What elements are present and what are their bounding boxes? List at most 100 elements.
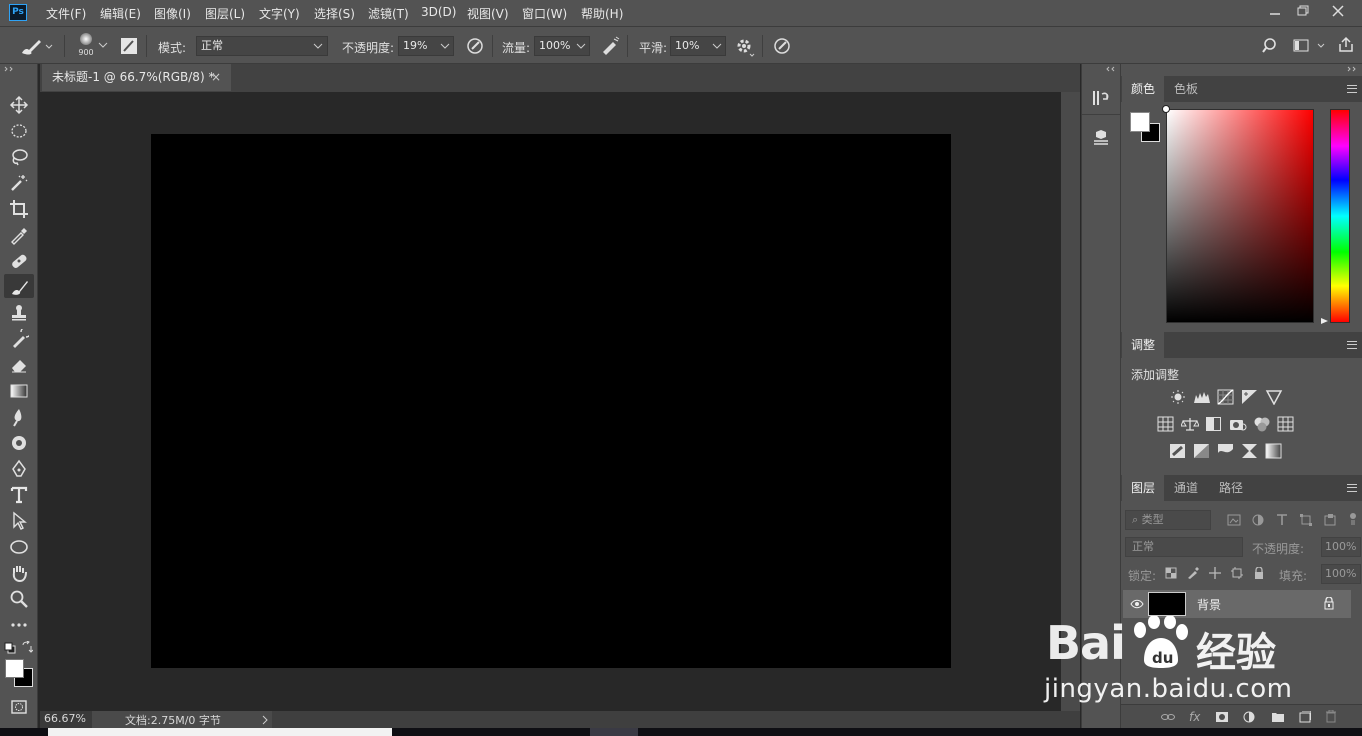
taskbar-active-app[interactable] xyxy=(590,728,638,736)
tab-adjustments[interactable]: 调整 xyxy=(1122,332,1165,358)
channel-mixer-icon[interactable] xyxy=(1253,416,1271,432)
blur-tool-icon[interactable] xyxy=(4,404,34,428)
path-selection-tool-icon[interactable] xyxy=(4,508,34,532)
tab-paths[interactable]: 路径 xyxy=(1210,475,1252,501)
brush-preview[interactable]: 900 xyxy=(76,31,96,61)
menu-file[interactable]: 文件(F) xyxy=(46,5,86,22)
default-colors-icon[interactable] xyxy=(4,642,16,654)
brightness-contrast-icon[interactable] xyxy=(1169,389,1187,405)
menu-help[interactable]: 帮助(H) xyxy=(581,5,623,22)
ellipse-tool-icon[interactable] xyxy=(4,534,34,558)
new-adjustment-layer-icon[interactable] xyxy=(1243,711,1255,723)
menu-view[interactable]: 视图(V) xyxy=(467,5,509,22)
layer-opacity-input[interactable]: 100% xyxy=(1321,537,1361,557)
menu-filter[interactable]: 滤镜(T) xyxy=(368,5,409,22)
crop-tool-icon[interactable] xyxy=(4,196,34,220)
mode-select[interactable]: 正常 xyxy=(196,36,328,56)
eyedropper-tool-icon[interactable] xyxy=(4,222,34,246)
pen-tool-icon[interactable] xyxy=(4,456,34,480)
horizontal-scrollbar[interactable] xyxy=(272,711,1080,728)
zoom-tool-icon[interactable] xyxy=(4,586,34,610)
marquee-tool-icon[interactable] xyxy=(4,118,34,142)
invert-icon[interactable] xyxy=(1169,443,1187,459)
menu-3d[interactable]: 3D(D) xyxy=(421,5,456,19)
menu-window[interactable]: 窗口(W) xyxy=(522,5,567,22)
more-tools-icon[interactable] xyxy=(4,612,34,636)
color-lookup-icon[interactable] xyxy=(1277,416,1295,432)
photo-filter-icon[interactable] xyxy=(1229,416,1247,432)
move-tool-icon[interactable] xyxy=(4,92,34,116)
levels-icon[interactable] xyxy=(1193,389,1211,405)
smoothing-input[interactable]: 10% xyxy=(670,36,726,56)
color-panel-menu-icon[interactable] xyxy=(1347,85,1357,93)
layer-style-fx-icon[interactable]: fx xyxy=(1189,710,1200,724)
close-tab-icon[interactable]: × xyxy=(211,64,221,90)
filter-shape-icon[interactable] xyxy=(1299,513,1313,527)
minimize-icon[interactable] xyxy=(1264,3,1286,19)
panel-color-swatches[interactable] xyxy=(1130,112,1162,144)
brush-picker-chevron-icon[interactable] xyxy=(98,42,108,50)
link-layers-icon[interactable] xyxy=(1161,712,1175,722)
brush-tool-icon[interactable] xyxy=(4,274,34,298)
tab-swatches[interactable]: 色板 xyxy=(1165,76,1207,102)
eraser-tool-icon[interactable] xyxy=(4,352,34,376)
zoom-level[interactable]: 66.67% xyxy=(40,711,92,728)
lasso-tool-icon[interactable] xyxy=(4,144,34,168)
color-field[interactable] xyxy=(1162,105,1314,323)
collapse-panels-icon[interactable] xyxy=(1347,66,1359,72)
hue-saturation-icon[interactable] xyxy=(1157,416,1175,432)
new-group-folder-icon[interactable] xyxy=(1271,711,1285,723)
gradient-tool-icon[interactable] xyxy=(4,378,34,402)
fill-input[interactable]: 100% xyxy=(1321,564,1361,584)
panel-foreground-swatch[interactable] xyxy=(1130,112,1150,132)
healing-brush-tool-icon[interactable] xyxy=(4,248,34,272)
adjustments-panel-menu-icon[interactable] xyxy=(1347,341,1357,349)
magic-wand-tool-icon[interactable] xyxy=(4,170,34,194)
lock-image-icon[interactable] xyxy=(1187,567,1199,579)
quick-mask-icon[interactable] xyxy=(4,694,34,718)
lock-position-icon[interactable] xyxy=(1209,567,1221,579)
brush-panel-toggle-icon[interactable] xyxy=(120,37,138,55)
smoothing-settings-gear-icon[interactable] xyxy=(734,36,756,58)
tab-channels[interactable]: 通道 xyxy=(1165,475,1207,501)
curves-icon[interactable] xyxy=(1217,389,1235,405)
close-window-icon[interactable] xyxy=(1327,3,1349,19)
threshold-icon[interactable] xyxy=(1217,443,1235,459)
filter-smart-object-icon[interactable] xyxy=(1323,513,1337,527)
foreground-color-swatch[interactable] xyxy=(5,659,24,678)
brush-tool-preset-icon[interactable] xyxy=(18,35,54,57)
layers-panel-menu-icon[interactable] xyxy=(1347,484,1357,492)
color-balance-icon[interactable] xyxy=(1181,416,1199,432)
taskbar-search-box[interactable] xyxy=(48,728,392,736)
delete-layer-trash-icon[interactable] xyxy=(1325,710,1337,723)
filter-pixel-icon[interactable] xyxy=(1227,513,1241,527)
filter-adjustment-icon[interactable] xyxy=(1251,513,1265,527)
clone-stamp-tool-icon[interactable] xyxy=(4,300,34,324)
expand-panels-icon[interactable] xyxy=(1104,66,1116,72)
restore-icon[interactable] xyxy=(1292,3,1314,19)
airbrush-icon[interactable] xyxy=(599,36,621,56)
lock-all-icon[interactable] xyxy=(1253,567,1265,579)
color-picker-marker[interactable] xyxy=(1162,105,1170,113)
menu-layer[interactable]: 图层(L) xyxy=(205,5,245,22)
dodge-tool-icon[interactable] xyxy=(4,430,34,454)
search-icon[interactable] xyxy=(1262,37,1280,55)
document-canvas[interactable] xyxy=(151,134,951,668)
layer-filter-select[interactable]: ⌕ 类型 xyxy=(1125,510,1211,530)
layer-lock-icon[interactable] xyxy=(1323,597,1335,610)
history-panel-icon[interactable] xyxy=(1091,88,1111,108)
black-white-icon[interactable] xyxy=(1205,416,1223,432)
new-layer-icon[interactable] xyxy=(1299,711,1311,723)
color-swatches[interactable] xyxy=(4,658,34,688)
tab-layers[interactable]: 图层 xyxy=(1122,475,1165,501)
gradient-map-icon[interactable] xyxy=(1265,443,1283,459)
lock-transparent-icon[interactable] xyxy=(1165,567,1177,579)
collapse-toolbar-icon[interactable] xyxy=(4,66,16,72)
menu-edit[interactable]: 编辑(E) xyxy=(100,5,141,22)
filter-toggle-icon[interactable] xyxy=(1347,512,1359,526)
pressure-opacity-icon[interactable] xyxy=(465,36,485,56)
vibrance-icon[interactable] xyxy=(1265,389,1283,405)
menu-image[interactable]: 图像(I) xyxy=(154,5,191,22)
exposure-icon[interactable] xyxy=(1241,389,1259,405)
opacity-input[interactable]: 19% xyxy=(398,36,454,56)
